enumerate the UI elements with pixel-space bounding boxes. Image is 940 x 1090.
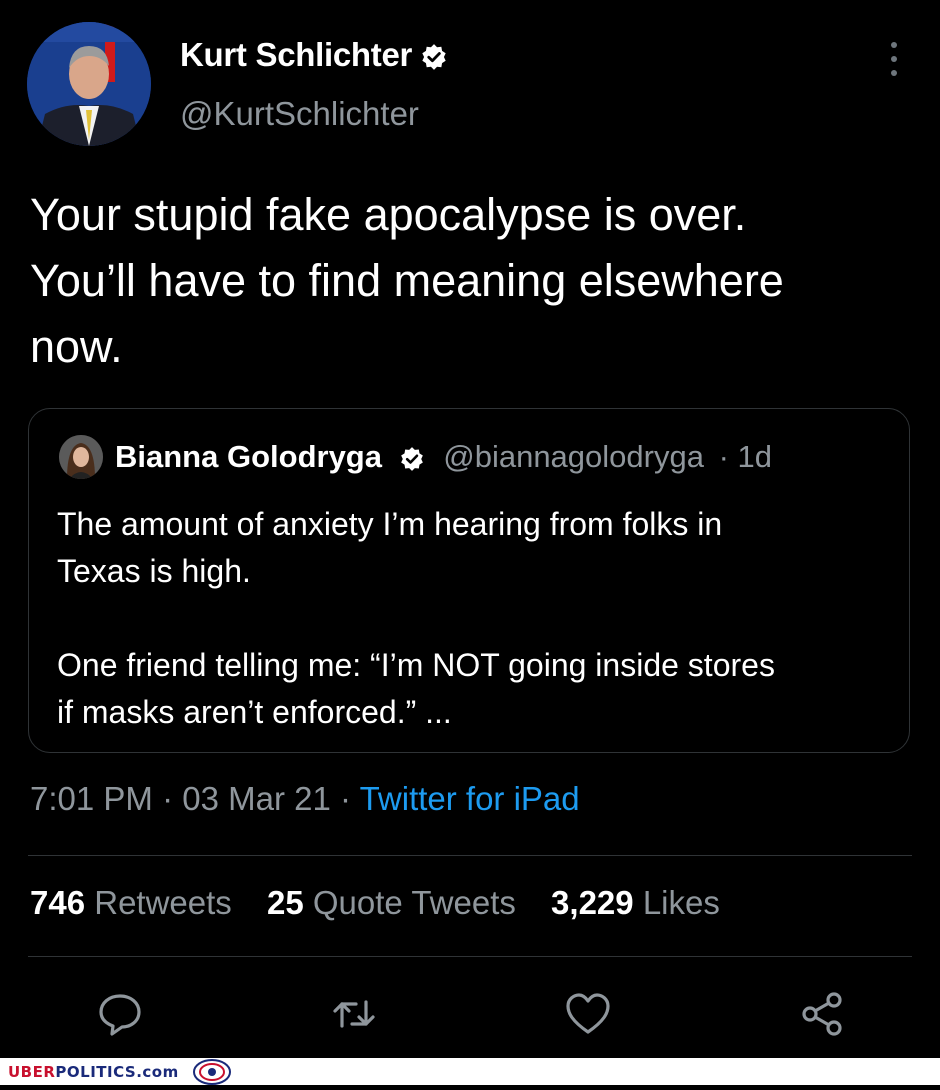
author-name[interactable]: Kurt Schlichter: [180, 36, 448, 79]
quoted-text: The amount of anxiety I’m hearing from f…: [57, 506, 775, 730]
quoted-age: · 1d: [718, 439, 772, 474]
tweet-date: · 03 Mar 21 ·: [162, 780, 351, 817]
reply-icon[interactable]: [96, 990, 144, 1038]
quoted-tweet[interactable]: Bianna Golodryga @biannagolodryga · 1d T…: [28, 408, 910, 753]
retweet-icon[interactable]: [330, 990, 378, 1038]
divider: [28, 855, 912, 856]
watermark-logo-icon: [192, 1059, 232, 1085]
tweet-stats: 746 Retweets 25 Quote Tweets 3,229 Likes: [30, 884, 746, 922]
likes-stat[interactable]: 3,229 Likes: [551, 884, 720, 921]
quoted-header: Bianna Golodryga @biannagolodryga · 1d: [115, 439, 772, 480]
action-bar: [0, 990, 940, 1040]
author-name-text: Kurt Schlichter: [180, 36, 413, 73]
retweets-stat[interactable]: 746 Retweets: [30, 884, 232, 921]
retweets-label: Retweets: [94, 884, 232, 921]
quotes-stat[interactable]: 25 Quote Tweets: [267, 884, 516, 921]
verified-icon: [420, 41, 448, 79]
quotes-count: 25: [266, 884, 304, 921]
likes-label: Likes: [642, 884, 720, 921]
watermark-footer: UBERPOLITICS.com: [0, 1058, 940, 1085]
share-icon[interactable]: [798, 990, 846, 1038]
tweet-time: 7:01 PM: [30, 780, 153, 817]
retweets-count: 746: [30, 884, 86, 921]
tweet-meta: 7:01 PM · 03 Mar 21 · Twitter for iPad: [30, 780, 580, 818]
like-icon[interactable]: [564, 990, 612, 1038]
watermark-brand: UBERPOLITICS.com: [8, 1063, 179, 1081]
more-icon[interactable]: [880, 42, 908, 76]
quoted-handle[interactable]: @biannagolodryga: [443, 439, 704, 474]
quoted-name[interactable]: Bianna Golodryga: [115, 439, 382, 474]
author-avatar[interactable]: [27, 22, 151, 146]
verified-icon: [399, 444, 425, 480]
tweet-source-link[interactable]: Twitter for iPad: [360, 780, 580, 817]
author-handle[interactable]: @KurtSchlichter: [180, 95, 419, 133]
quoted-avatar[interactable]: [59, 435, 103, 479]
likes-count: 3,229: [551, 884, 634, 921]
tweet-text: Your stupid fake apocalypse is over. You…: [30, 189, 784, 372]
quotes-label: Quote Tweets: [312, 884, 516, 921]
divider: [28, 956, 912, 957]
